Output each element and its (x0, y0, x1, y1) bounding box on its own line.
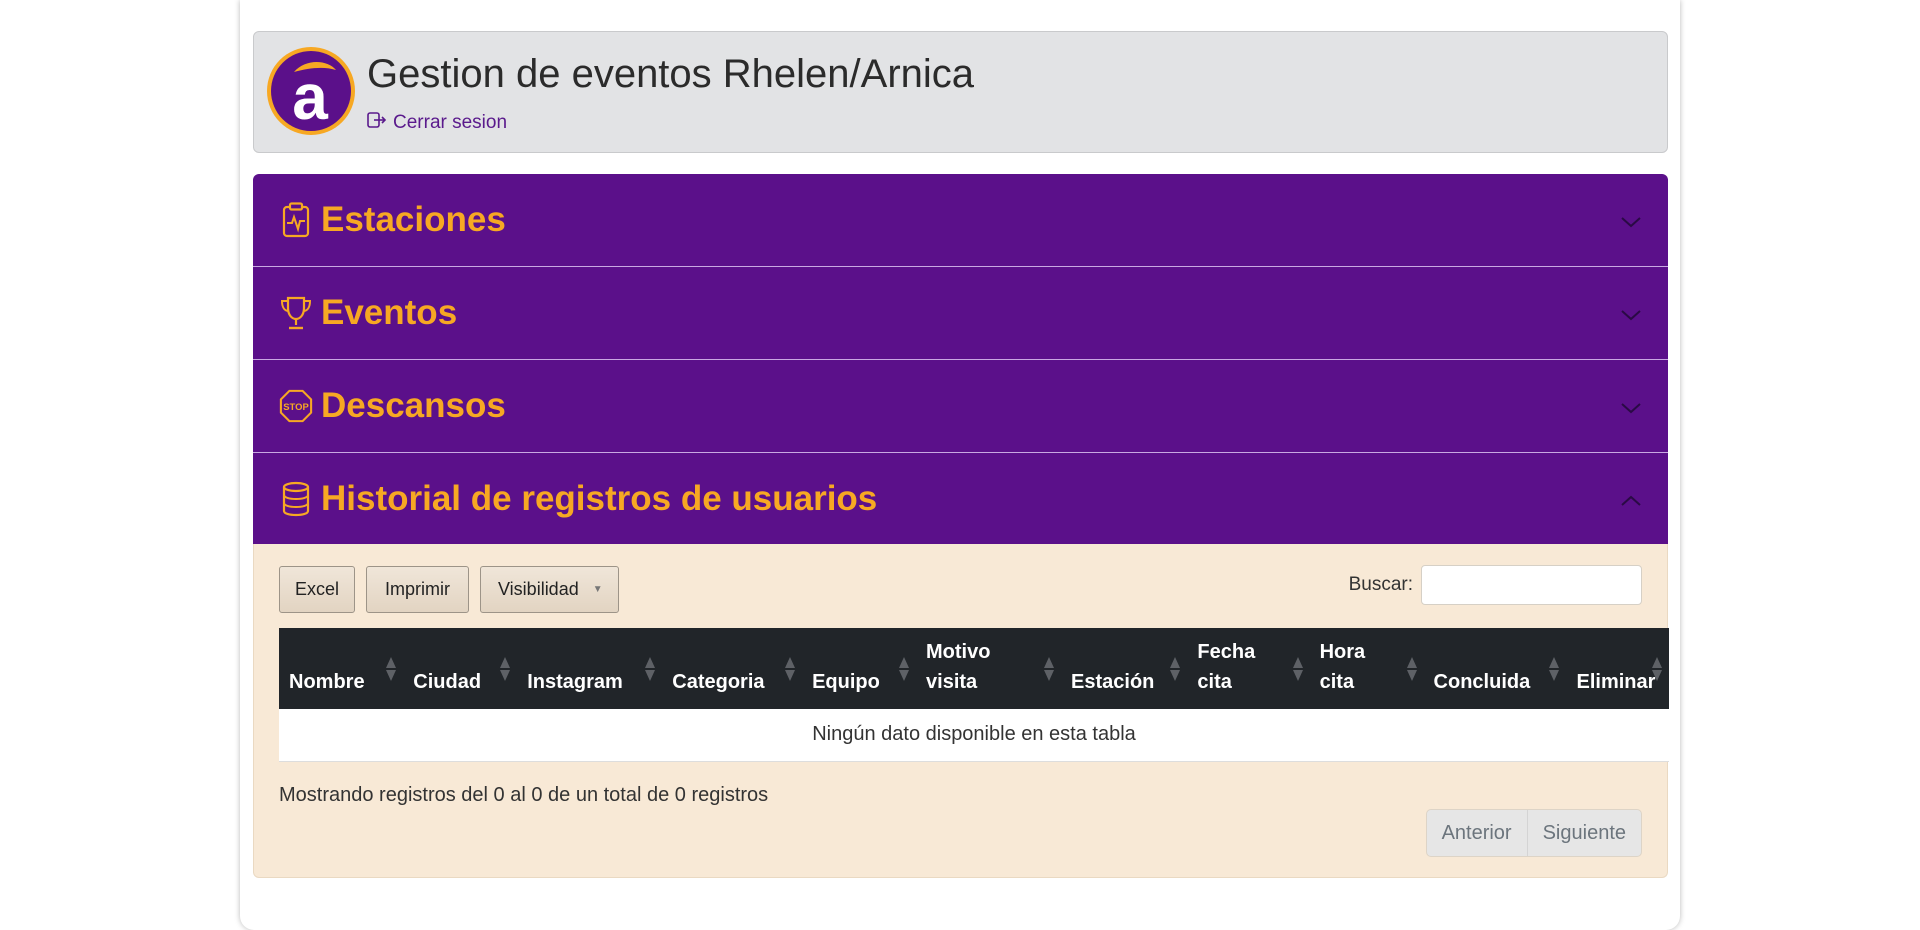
chevron-up-icon (1621, 495, 1641, 506)
stop-sign-text: STOP (283, 402, 309, 413)
sort-icon (386, 657, 397, 681)
sort-icon (1652, 657, 1662, 681)
column-header[interactable]: Eliminar (1566, 628, 1669, 709)
column-header-line2: visita (926, 671, 978, 693)
column-header-line2: Nombre (289, 671, 365, 693)
column-header[interactable]: Fecha cita (1187, 628, 1309, 709)
records-table: Nombre Ciudad Instagram Categoria Equipo Moti… (279, 628, 1669, 762)
accordion-header-eventos[interactable]: Eventos (253, 267, 1668, 360)
column-header-line2: cita (1319, 671, 1355, 693)
visibility-dropdown[interactable]: Visibilidad ▼ (480, 566, 619, 613)
column-header-line2: Instagram (527, 671, 623, 693)
column-header-line2: Concluida (1433, 671, 1531, 693)
column-header-line2: Estación (1071, 671, 1155, 693)
column-header-line2: Categoria (672, 671, 765, 693)
accordion: Estaciones Eventos STOP Descansos Histor… (253, 174, 1669, 878)
accordion-title-historial: Historial de registros de usuarios (321, 478, 878, 518)
chevron-down-icon (1621, 403, 1641, 414)
sort-icon (899, 657, 910, 681)
accordion-header-historial[interactable]: Historial de registros de usuarios (253, 453, 1668, 544)
column-header[interactable]: Hora cita (1310, 628, 1424, 709)
historial-panel: Excel Imprimir Visibilidad ▼ Buscar: Nom… (253, 544, 1669, 878)
accordion-title-eventos: Eventos (321, 293, 458, 332)
brand-logo: a (266, 46, 356, 136)
column-header-line1: Motivo (926, 641, 991, 663)
accordion-title-descansos: Descansos (321, 386, 506, 425)
column-header[interactable]: Nombre (279, 628, 403, 709)
clipboard-pulse-icon (279, 201, 313, 239)
page-container: a Gestion de eventos Rhelen/Arnica Cerra… (240, 0, 1680, 930)
accordion-header-descansos[interactable]: STOP Descansos (253, 360, 1668, 453)
header-card: a Gestion de eventos Rhelen/Arnica Cerra… (253, 31, 1668, 153)
sort-icon (1549, 657, 1560, 681)
logo-letter: a (292, 61, 328, 133)
print-button[interactable]: Imprimir (366, 566, 469, 613)
empty-message: Ningún dato disponible en esta tabla (279, 709, 1669, 762)
next-page-button[interactable]: Siguiente (1526, 810, 1641, 856)
empty-row: Ningún dato disponible en esta tabla (279, 709, 1669, 762)
column-header-line2: cita (1197, 671, 1232, 693)
logout-link[interactable]: Cerrar sesion (367, 111, 507, 135)
visibility-label: Visibilidad (498, 579, 579, 599)
previous-page-button[interactable]: Anterior (1427, 810, 1527, 856)
table-info: Mostrando registros del 0 al 0 de un tot… (279, 784, 769, 806)
chevron-down-icon (1621, 217, 1641, 228)
column-header-line2: Eliminar (1576, 671, 1656, 693)
page-title: Gestion de eventos Rhelen/Arnica (367, 52, 975, 96)
sort-icon (785, 657, 796, 681)
stop-sign-icon: STOP (279, 387, 313, 425)
column-header-line2: Equipo (812, 671, 880, 693)
accordion-title-estaciones: Estaciones (321, 200, 506, 239)
database-icon (279, 480, 313, 518)
column-header[interactable]: Equipo (802, 628, 916, 709)
accordion-header-estaciones[interactable]: Estaciones (253, 174, 1668, 267)
column-header[interactable]: Instagram (517, 628, 662, 709)
logout-icon (367, 111, 387, 135)
pagination: Anterior Siguiente (1425, 809, 1642, 857)
logout-label: Cerrar sesion (393, 112, 508, 133)
table-header-row: Nombre Ciudad Instagram Categoria Equipo Moti… (279, 628, 1669, 709)
sort-icon (500, 657, 511, 681)
column-header[interactable]: Motivo visita (916, 628, 1061, 709)
column-header[interactable]: Categoria (662, 628, 802, 709)
chevron-down-icon (1621, 310, 1641, 321)
column-header[interactable]: Concluida (1424, 628, 1567, 709)
column-header[interactable]: Ciudad (403, 628, 517, 709)
column-header[interactable]: Estación (1061, 628, 1187, 709)
sort-icon (1170, 657, 1181, 681)
column-header-line1: Hora (1319, 641, 1366, 663)
sort-icon (645, 657, 656, 681)
search-input[interactable] (1421, 565, 1642, 605)
column-header-line1: Fecha (1197, 641, 1256, 663)
caret-down-icon: ▼ (592, 584, 603, 595)
excel-button[interactable]: Excel (279, 566, 355, 613)
column-header-line2: Ciudad (413, 671, 482, 693)
sort-icon (1406, 657, 1417, 681)
trophy-icon (279, 294, 313, 332)
sort-icon (1044, 657, 1055, 681)
sort-icon (1292, 657, 1303, 681)
search-label: Buscar: (1348, 574, 1413, 595)
